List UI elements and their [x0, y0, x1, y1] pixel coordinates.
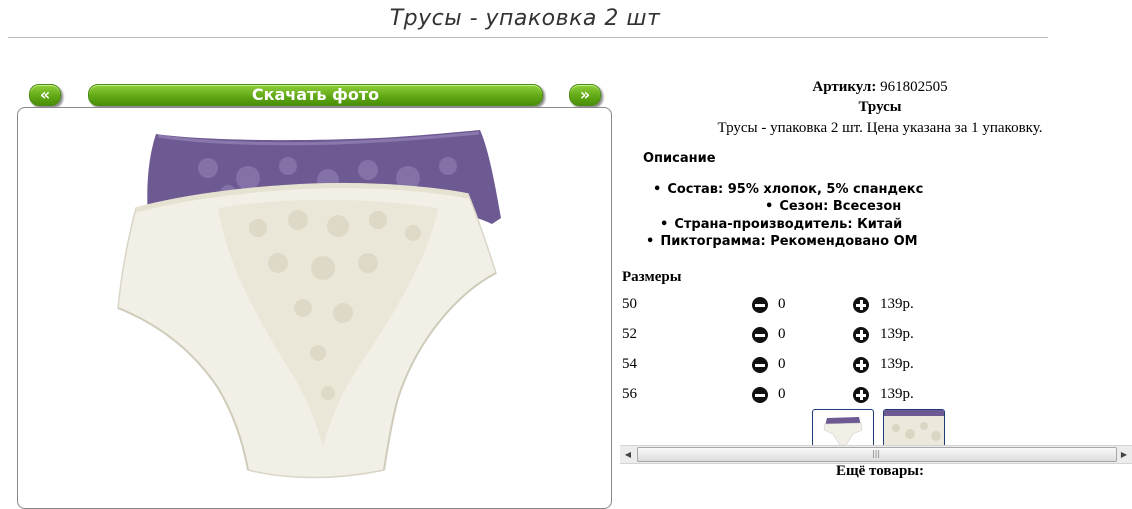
- feature-item: Пиктограмма: Рекомендовано ОМ: [646, 234, 917, 249]
- sizes-heading: Размеры: [622, 269, 682, 285]
- article-line: Артикул: 961802505: [620, 79, 1132, 96]
- quantity-value: 0: [778, 356, 786, 372]
- minus-icon[interactable]: [752, 387, 768, 403]
- price-value: 139р.: [880, 296, 914, 312]
- quantity-value: 0: [778, 296, 786, 312]
- underwear-image: [117, 130, 502, 479]
- scroll-right-icon[interactable]: ▶: [1116, 446, 1132, 463]
- size-row: 56 0 139р.: [620, 386, 1132, 408]
- scrollbar-thumb[interactable]: |||: [637, 447, 1117, 462]
- quantity-value: 0: [778, 386, 786, 402]
- size-value: 54: [622, 356, 637, 372]
- product-description: Трусы - упаковка 2 шт. Цена указана за 1…: [717, 120, 1043, 136]
- minus-icon[interactable]: [752, 357, 768, 373]
- plus-icon[interactable]: [853, 357, 869, 373]
- title-divider: [8, 37, 1048, 38]
- price-value: 139р.: [880, 326, 914, 342]
- minus-icon[interactable]: [752, 327, 768, 343]
- product-name: Трусы: [858, 99, 902, 115]
- size-row: 52 0 139р.: [620, 326, 1132, 348]
- scroll-left-icon[interactable]: ◀: [620, 446, 636, 463]
- article-label: Артикул:: [812, 79, 877, 95]
- page-title: Трусы - упаковка 2 шт: [389, 6, 661, 31]
- thumbnail-2[interactable]: [883, 409, 945, 449]
- quantity-value: 0: [778, 326, 786, 342]
- next-photo-button[interactable]: »: [569, 84, 601, 106]
- feature-item: Страна-производитель: Китай: [660, 217, 902, 232]
- thumbnail-image: [823, 417, 863, 446]
- plus-icon[interactable]: [853, 327, 869, 343]
- article-value: 961802505: [880, 79, 948, 95]
- more-products-heading: Ещё товары:: [835, 463, 925, 479]
- price-value: 139р.: [880, 356, 914, 372]
- size-value: 50: [622, 296, 637, 312]
- horizontal-scrollbar[interactable]: ◀ ||| ▶: [620, 445, 1132, 464]
- download-photo-button[interactable]: Скачать фото: [88, 84, 543, 106]
- size-row: 50 0 139р.: [620, 296, 1132, 318]
- price-value: 139р.: [880, 386, 914, 402]
- product-photo[interactable]: [17, 107, 612, 509]
- minus-icon[interactable]: [752, 297, 768, 313]
- thumbnail-image: [884, 410, 944, 448]
- size-row: 54 0 139р.: [620, 356, 1132, 378]
- thumbnail-1[interactable]: [812, 409, 874, 449]
- feature-item: Состав: 95% хлопок, 5% спандекс: [653, 182, 923, 197]
- description-heading: Описание: [643, 151, 716, 166]
- prev-photo-button[interactable]: «: [29, 84, 61, 106]
- size-value: 56: [622, 386, 637, 402]
- plus-icon[interactable]: [853, 387, 869, 403]
- feature-item: Сезон: Всесезон: [765, 199, 901, 214]
- grip-icon: |||: [872, 449, 881, 458]
- size-value: 52: [622, 326, 637, 342]
- plus-icon[interactable]: [853, 297, 869, 313]
